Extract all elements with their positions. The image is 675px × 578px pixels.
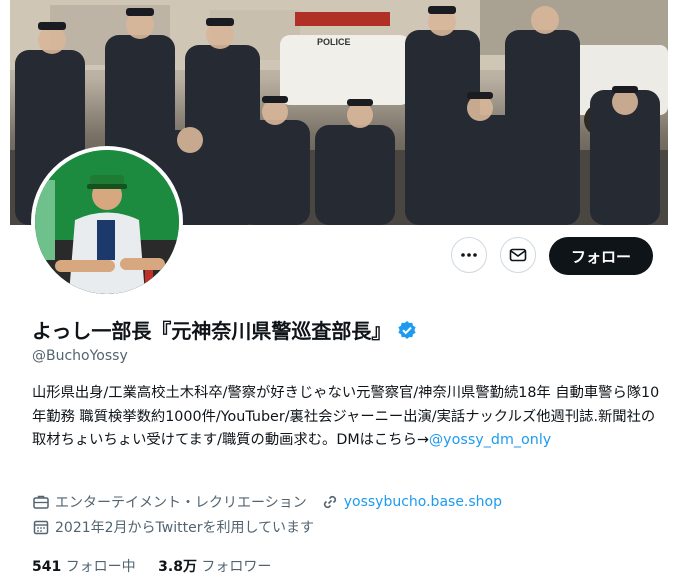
bio-text: 山形県出身/工業高校土木科卒/警察が好きじゃない元警察官/神奈川県警勤続18年 … bbox=[32, 385, 660, 448]
profile-website-link[interactable]: yossybucho.base.shop bbox=[344, 494, 502, 510]
following-label: フォロー中 bbox=[65, 559, 136, 575]
followers-label: フォロワー bbox=[201, 559, 272, 575]
profile-bio: 山形県出身/工業高校土木科卒/警察が好きじゃない元警察官/神奈川県警勤続18年 … bbox=[32, 382, 660, 453]
following-stat[interactable]: 541 フォロー中 bbox=[32, 559, 136, 575]
avatar-frame[interactable] bbox=[31, 146, 183, 298]
bio-mention-link[interactable]: @yossy_dm_only bbox=[429, 432, 551, 448]
more-dots-icon bbox=[461, 253, 477, 257]
verified-badge-icon[interactable] bbox=[397, 320, 417, 340]
calendar-icon bbox=[33, 520, 49, 535]
joined-date: 2021年2月からTwitterを利用しています bbox=[55, 520, 315, 536]
link-icon bbox=[323, 495, 336, 509]
following-count: 541 bbox=[32, 559, 62, 575]
follow-stats: 541 フォロー中 3.8万 フォロワー bbox=[32, 556, 271, 576]
briefcase-icon bbox=[33, 495, 49, 509]
profile-meta-row: エンターテイメント・レクリエーション yossybucho.base.shop bbox=[32, 492, 502, 512]
more-button[interactable] bbox=[451, 237, 487, 273]
envelope-icon bbox=[509, 248, 527, 262]
avatar[interactable] bbox=[35, 150, 179, 294]
display-name: よっし一部長『元神奈川県警巡査部長』 bbox=[32, 319, 392, 343]
avatar-photo bbox=[35, 150, 179, 294]
followers-count: 3.8万 bbox=[158, 559, 197, 575]
joined-row: 2021年2月からTwitterを利用しています bbox=[32, 517, 314, 537]
follow-button[interactable]: フォロー bbox=[549, 237, 653, 275]
police-car-label: POLICE bbox=[317, 37, 351, 47]
profile-card: POLICE フォロー よっし一部長『元神奈川県警巡査部長』 @BuchoYos… bbox=[10, 0, 668, 578]
display-name-row: よっし一部長『元神奈川県警巡査部長』 bbox=[32, 315, 417, 344]
user-handle: @BuchoYossy bbox=[32, 348, 128, 364]
message-button[interactable] bbox=[500, 237, 536, 273]
followers-stat[interactable]: 3.8万 フォロワー bbox=[158, 559, 271, 575]
profile-category: エンターテイメント・レクリエーション bbox=[55, 495, 307, 511]
